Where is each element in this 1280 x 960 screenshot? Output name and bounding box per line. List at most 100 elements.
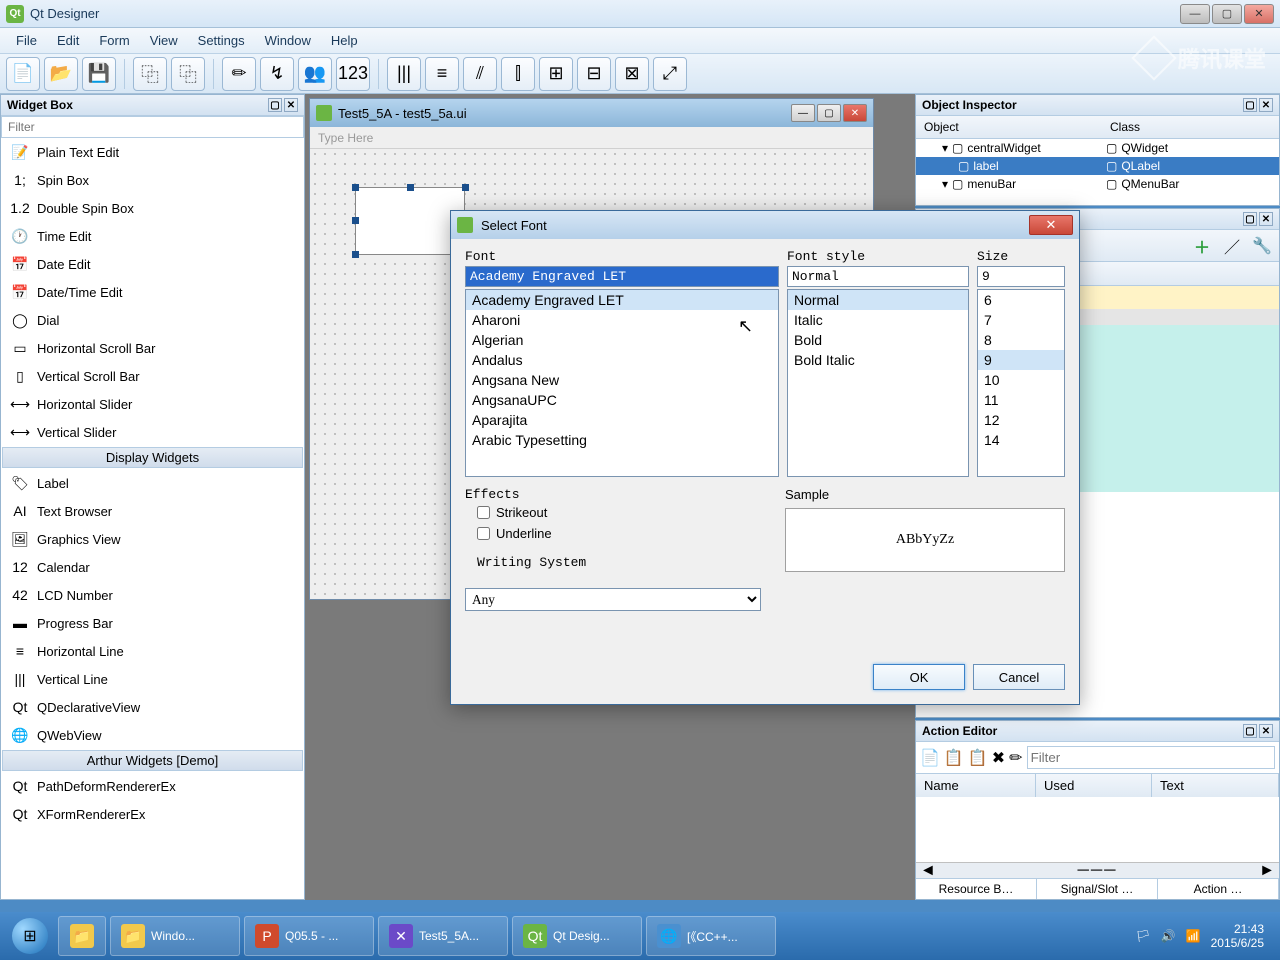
resize-handle[interactable] <box>407 184 414 191</box>
layout-h-icon[interactable]: ||| <box>387 57 421 91</box>
font-list[interactable]: Academy Engraved LETAharoniAlgerianAndal… <box>465 289 779 477</box>
widget-item[interactable]: ▬Progress Bar <box>1 609 304 637</box>
menu-help[interactable]: Help <box>321 30 368 51</box>
remove-property-icon[interactable]: ／ <box>1219 233 1245 259</box>
list-item[interactable]: Bold <box>788 330 968 350</box>
form-max-icon[interactable]: ▢ <box>817 104 841 122</box>
taskbar-item[interactable]: ✕Test5_5A... <box>378 916 508 956</box>
dock-close-icon[interactable]: ✕ <box>1259 212 1273 226</box>
send-back-icon[interactable]: ⿻ <box>133 57 167 91</box>
widget-item[interactable]: 42LCD Number <box>1 581 304 609</box>
col-name[interactable]: Name <box>916 774 1036 797</box>
selected-label-widget[interactable] <box>355 187 465 255</box>
menu-view[interactable]: View <box>140 30 188 51</box>
menu-settings[interactable]: Settings <box>188 30 255 51</box>
widget-category[interactable]: Arthur Widgets [Demo] <box>2 750 303 771</box>
widget-box-filter[interactable] <box>1 116 304 138</box>
list-item[interactable]: 10 <box>978 370 1064 390</box>
tray-network-icon[interactable]: 📶 <box>1186 929 1201 943</box>
widget-item[interactable]: 🌐QWebView <box>1 721 304 749</box>
close-button[interactable]: ✕ <box>1244 4 1274 24</box>
resize-handle[interactable] <box>462 184 469 191</box>
dock-float-icon[interactable]: ▢ <box>1243 724 1257 738</box>
dock-close-icon[interactable]: ✕ <box>1259 724 1273 738</box>
widget-item[interactable]: ≡Horizontal Line <box>1 637 304 665</box>
system-tray[interactable]: 🏳 🔊 📶 21:432015/6/25 <box>1125 922 1274 951</box>
paste-action-icon[interactable]: 📋 <box>968 748 988 768</box>
list-item[interactable]: Angsana New <box>466 370 778 390</box>
list-item[interactable]: Normal <box>788 290 968 310</box>
menu-form[interactable]: Form <box>89 30 139 51</box>
cancel-button[interactable]: Cancel <box>973 664 1065 690</box>
tab-signal-slot[interactable]: Signal/Slot … <box>1037 879 1158 899</box>
copy-action-icon[interactable]: 📋 <box>944 748 964 768</box>
widget-item[interactable]: 🏷Label <box>1 469 304 497</box>
adjust-size-icon[interactable]: ⤢ <box>653 57 687 91</box>
widget-item[interactable]: QtPathDeformRendererEx <box>1 772 304 800</box>
list-item[interactable]: 7 <box>978 310 1064 330</box>
form-menubar[interactable]: Type Here <box>310 127 873 149</box>
dock-float-icon[interactable]: ▢ <box>1243 212 1257 226</box>
col-object[interactable]: Object <box>916 116 1102 138</box>
layout-form-icon[interactable]: ⊟ <box>577 57 611 91</box>
tab-action-editor[interactable]: Action … <box>1158 879 1279 899</box>
list-item[interactable]: 12 <box>978 410 1064 430</box>
minimize-button[interactable]: — <box>1180 4 1210 24</box>
object-row[interactable]: ▾ ▢ centralWidget▢ QWidget <box>916 139 1279 157</box>
menu-file[interactable]: File <box>6 30 47 51</box>
taskbar-item[interactable]: PQ05.5 - ... <box>244 916 374 956</box>
font-name-input[interactable] <box>465 266 779 287</box>
taskbar-item[interactable]: QtQt Desig... <box>512 916 642 956</box>
col-class[interactable]: Class <box>1102 116 1148 138</box>
list-item[interactable]: Andalus <box>466 350 778 370</box>
widget-item[interactable]: 📅Date Edit <box>1 250 304 278</box>
list-item[interactable]: Aparajita <box>466 410 778 430</box>
list-item[interactable]: Italic <box>788 310 968 330</box>
ok-button[interactable]: OK <box>873 664 965 690</box>
widget-item[interactable]: 12Calendar <box>1 553 304 581</box>
dock-float-icon[interactable]: ▢ <box>268 98 282 112</box>
dialog-close-button[interactable]: ✕ <box>1029 215 1073 235</box>
object-row[interactable]: ▢ label▢ QLabel <box>916 157 1279 175</box>
taskbar-item[interactable]: 🌐[《CC++... <box>646 916 776 956</box>
dock-float-icon[interactable]: ▢ <box>1243 98 1257 112</box>
action-filter-input[interactable] <box>1027 746 1275 769</box>
edit-tab-icon[interactable]: 123 <box>336 57 370 91</box>
resize-handle[interactable] <box>352 184 359 191</box>
layout-hsplit-icon[interactable]: ⫽ <box>463 57 497 91</box>
layout-vsplit-icon[interactable]: ⫿ <box>501 57 535 91</box>
writing-system-select[interactable]: Any <box>465 588 761 611</box>
tray-volume-icon[interactable]: 🔊 <box>1161 929 1176 943</box>
list-item[interactable]: Arabic Typesetting <box>466 430 778 450</box>
widget-item[interactable]: ▭Horizontal Scroll Bar <box>1 334 304 362</box>
taskbar-item[interactable]: 📁 <box>58 916 106 956</box>
dock-close-icon[interactable]: ✕ <box>284 98 298 112</box>
break-layout-icon[interactable]: ⊠ <box>615 57 649 91</box>
col-used[interactable]: Used <box>1036 774 1152 797</box>
strikeout-checkbox[interactable]: Strikeout <box>465 502 769 523</box>
font-size-input[interactable] <box>977 266 1065 287</box>
edit-action-icon[interactable]: ✏ <box>1009 748 1022 768</box>
list-item[interactable]: 11 <box>978 390 1064 410</box>
open-icon[interactable]: 📂 <box>44 57 78 91</box>
font-style-input[interactable] <box>787 266 969 287</box>
widget-item[interactable]: 🕐Time Edit <box>1 222 304 250</box>
config-icon[interactable]: 🔧 <box>1249 233 1275 259</box>
resize-handle[interactable] <box>352 251 359 258</box>
layout-grid-icon[interactable]: ⊞ <box>539 57 573 91</box>
widget-item[interactable]: 🖼Graphics View <box>1 525 304 553</box>
layout-v-icon[interactable]: ≡ <box>425 57 459 91</box>
list-item[interactable]: 6 <box>978 290 1064 310</box>
list-item[interactable]: 8 <box>978 330 1064 350</box>
widget-item[interactable]: 1.2Double Spin Box <box>1 194 304 222</box>
widget-item[interactable]: 📝Plain Text Edit <box>1 138 304 166</box>
widget-item[interactable]: ⟷Horizontal Slider <box>1 390 304 418</box>
tab-resource-browser[interactable]: Resource B… <box>916 879 1037 899</box>
edit-buddies-icon[interactable]: 👥 <box>298 57 332 91</box>
delete-action-icon[interactable]: ✖ <box>992 748 1005 768</box>
widget-category[interactable]: Display Widgets <box>2 447 303 468</box>
widget-item[interactable]: QtQDeclarativeView <box>1 693 304 721</box>
font-size-list[interactable]: 678910111214 <box>977 289 1065 477</box>
save-icon[interactable]: 💾 <box>82 57 116 91</box>
list-item[interactable]: 9 <box>978 350 1064 370</box>
